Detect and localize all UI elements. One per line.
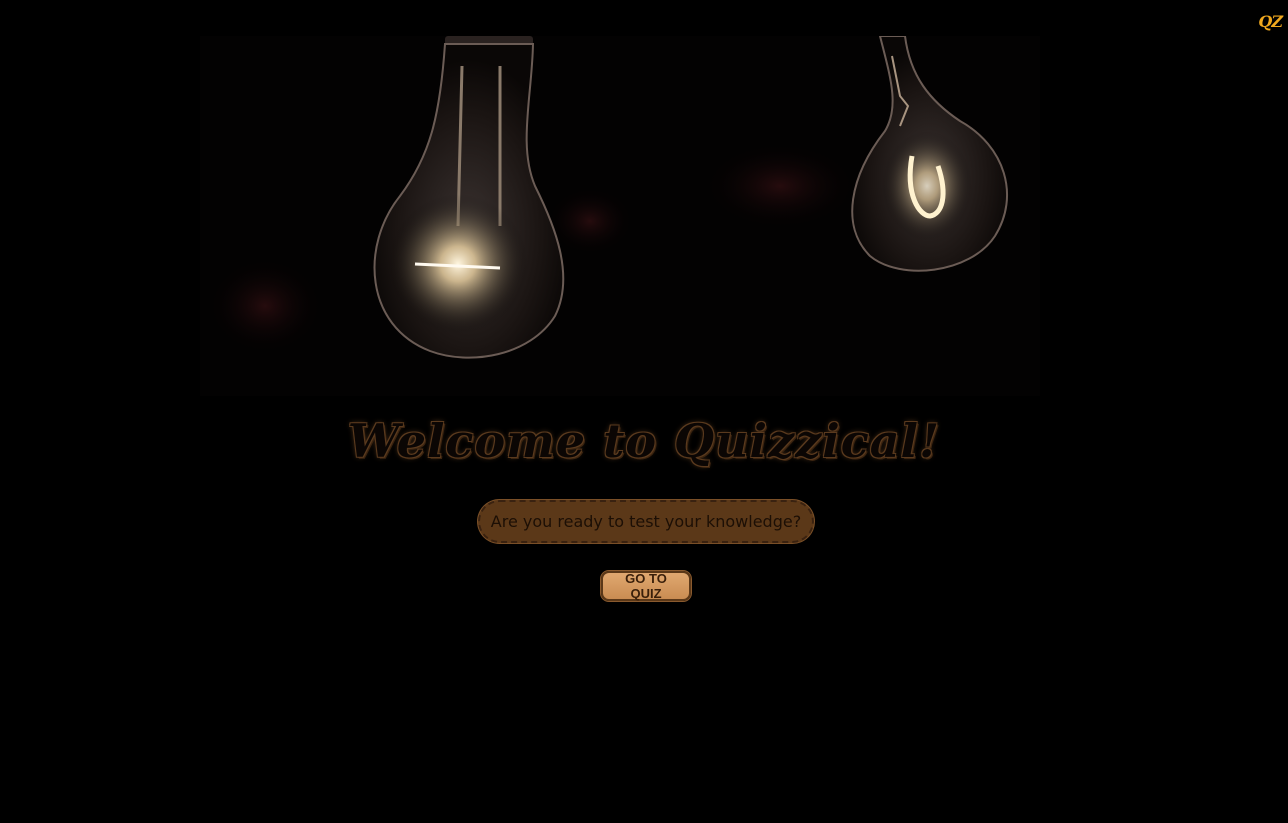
bokeh-blob [205, 256, 325, 356]
right-bulb [851, 36, 1009, 272]
landing-page: QZ Welcome to Quizzical! Are you ready t… [0, 0, 1288, 823]
hero-image [200, 36, 1040, 396]
top-bar: QZ [0, 0, 1288, 36]
subtitle-pill: Are you ready to test your knowledge? [478, 500, 814, 543]
app-logo[interactable]: QZ [1258, 12, 1283, 31]
light-bulbs-illustration [205, 36, 1009, 359]
welcome-title: Welcome to Quizzical! [347, 414, 941, 468]
bokeh-blob [700, 141, 860, 231]
left-bulb [373, 36, 565, 359]
go-to-quiz-button[interactable]: GO TO QUIZ [601, 571, 691, 601]
